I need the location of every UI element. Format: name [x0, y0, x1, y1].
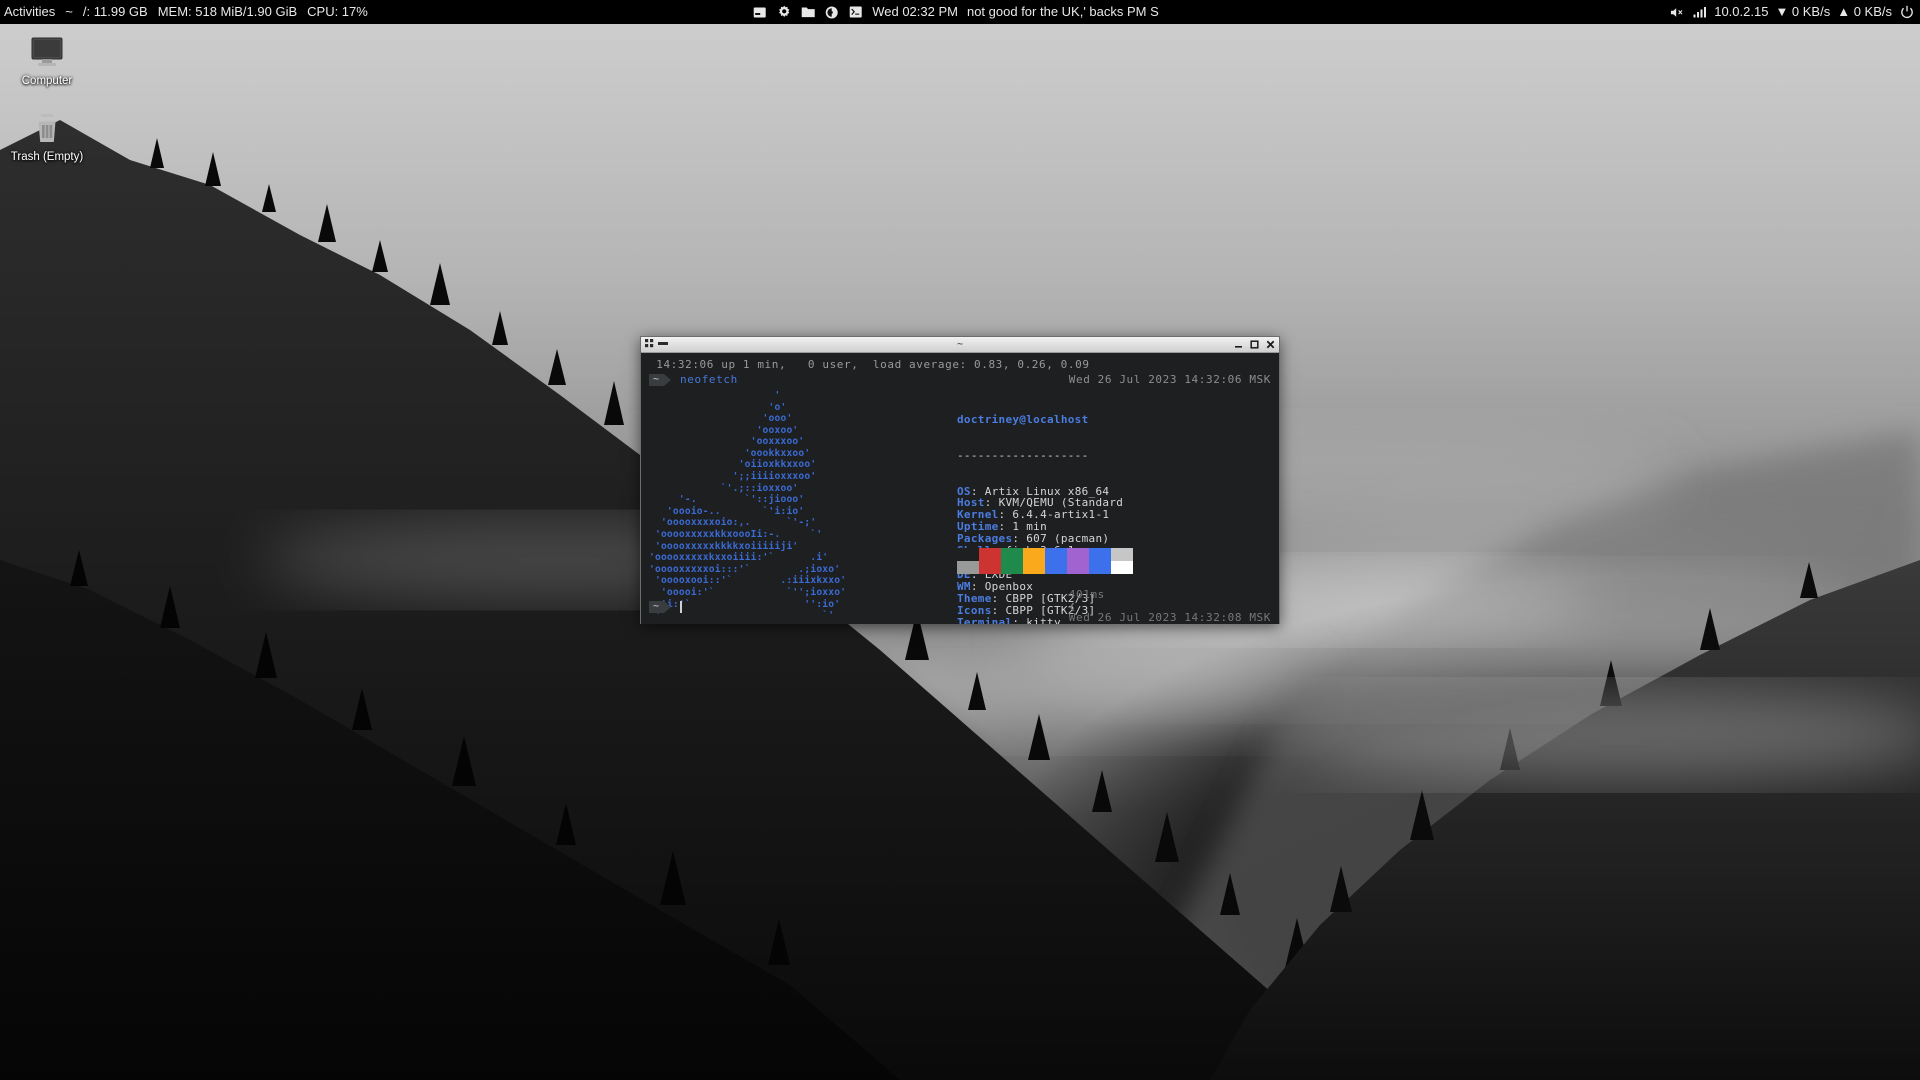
palette-swatch-bright-3 — [1023, 561, 1045, 574]
news-ticker: not good for the UK,' backs PM S — [967, 0, 1159, 24]
bottom-status: 401ms ❮ Wed 26 Jul 2023 14:32:08 MSK — [1011, 577, 1271, 624]
maximize-icon[interactable] — [1250, 340, 1259, 349]
uptime-line: 14:32:06 up 1 min, 0 user, load average:… — [649, 359, 1271, 371]
panel-left-group: Activities ~ /: 11.99 GB MEM: 518 MiB/1.… — [0, 0, 378, 24]
info-user-host: doctriney@localhost — [957, 414, 1130, 426]
desktop-icon-label: Computer — [22, 75, 73, 87]
palette-swatch-bright-0 — [957, 561, 979, 574]
ip-address-label: 10.0.2.15 — [1714, 0, 1768, 24]
prompt-segment: ~ — [649, 374, 664, 386]
palette-swatch-normal-5 — [1067, 548, 1089, 561]
clock-label[interactable]: Wed 02:32 PM — [872, 0, 958, 24]
memory-usage-label: MEM: 518 MiB/1.90 GiB — [158, 0, 297, 24]
palette-swatch-bright-7 — [1111, 561, 1133, 574]
workspace-indicator[interactable]: ~ — [65, 0, 73, 24]
minimize-icon[interactable] — [1234, 340, 1243, 349]
palette-swatch-normal-0 — [957, 548, 979, 561]
panel-center-group: Wed 02:32 PM not good for the UK,' backs… — [752, 0, 1168, 24]
upload-rate-label: ▲ 0 KB/s — [1837, 0, 1892, 24]
command-text: neofetch — [680, 374, 738, 386]
command-prompt-row: ~ neofetch Wed 26 Jul 2023 14:32:06 MSK — [649, 373, 1271, 388]
bottom-prompt-segment: ~ — [649, 601, 664, 613]
panel-right-group: 10.0.2.15 ▼ 0 KB/s ▲ 0 KB/s — [1663, 0, 1914, 24]
terminal-titlebar[interactable]: ~ — [641, 337, 1279, 353]
palette-swatch-normal-7 — [1111, 548, 1133, 561]
bottom-prompt-row[interactable]: ~ 401ms ❮ Wed 26 Jul 2023 14:32:08 MSK — [649, 599, 1271, 614]
palette-swatch-normal-3 — [1023, 548, 1045, 561]
palette-swatch-normal-1 — [979, 548, 1001, 561]
bottom-timestamp: Wed 26 Jul 2023 14:32:08 MSK — [1069, 611, 1271, 624]
terminal-icon[interactable] — [848, 5, 863, 20]
folder-icon[interactable] — [800, 5, 815, 20]
monitor-icon — [27, 28, 67, 72]
palette-swatch-bright-2 — [1001, 561, 1023, 574]
download-rate-label: ▼ 0 KB/s — [1775, 0, 1830, 24]
command-timestamp: Wed 26 Jul 2023 14:32:06 MSK — [1069, 374, 1271, 386]
terminal-window[interactable]: ~ 14:32:06 up 1 min, 0 user, load averag… — [640, 336, 1280, 624]
top-panel: Activities ~ /: 11.99 GB MEM: 518 MiB/1.… — [0, 0, 1920, 24]
desktop-icon-computer[interactable]: Computer — [2, 28, 92, 87]
palette-swatch-bright-5 — [1067, 561, 1089, 574]
activities-button[interactable]: Activities — [4, 0, 55, 24]
trash-icon — [27, 104, 67, 148]
palette-row-bright — [957, 561, 1133, 574]
window-shade-icon[interactable] — [658, 339, 668, 351]
desktop-icon-label: Trash (Empty) — [11, 151, 83, 163]
window-menu-icon[interactable] — [645, 339, 654, 351]
text-cursor — [680, 601, 682, 613]
palette-swatch-normal-6 — [1089, 548, 1111, 561]
palette-row-normal — [957, 548, 1133, 561]
palette-swatch-bright-4 — [1045, 561, 1067, 574]
archive-icon[interactable] — [752, 5, 767, 20]
desktop-icon-trash[interactable]: Trash (Empty) — [2, 104, 92, 163]
ascii-art-logo: ' 'o' 'ooo' 'ooxoo' 'ooxxxoo' 'oookkxxoo… — [649, 390, 949, 622]
close-icon[interactable] — [1266, 340, 1275, 349]
palette-swatch-normal-4 — [1045, 548, 1067, 561]
palette-swatch-bright-6 — [1089, 561, 1111, 574]
neofetch-output: ' 'o' 'ooo' 'ooxoo' 'ooxxxoo' 'oookkxxoo… — [649, 390, 1271, 605]
info-row-key: Terminal — [957, 616, 1012, 624]
cpu-usage-label: CPU: 17% — [307, 0, 368, 24]
palette-swatch-bright-1 — [979, 561, 1001, 574]
palette-swatch-normal-2 — [1001, 548, 1023, 561]
info-separator-rule: ------------------- — [957, 450, 1130, 462]
terminal-content[interactable]: 14:32:06 up 1 min, 0 user, load average:… — [641, 353, 1279, 624]
power-icon[interactable] — [1899, 5, 1914, 20]
signal-bars-icon[interactable] — [1692, 5, 1707, 20]
gear-icon[interactable] — [776, 5, 791, 20]
titlebar-left-buttons[interactable] — [641, 339, 668, 351]
speaker-muted-icon[interactable] — [1670, 5, 1685, 20]
color-palette — [957, 548, 1133, 574]
terminal-title: ~ — [957, 339, 963, 350]
window-controls[interactable] — [1234, 340, 1275, 349]
clock-icon[interactable] — [824, 5, 839, 20]
disk-usage-label: /: 11.99 GB — [83, 0, 148, 24]
